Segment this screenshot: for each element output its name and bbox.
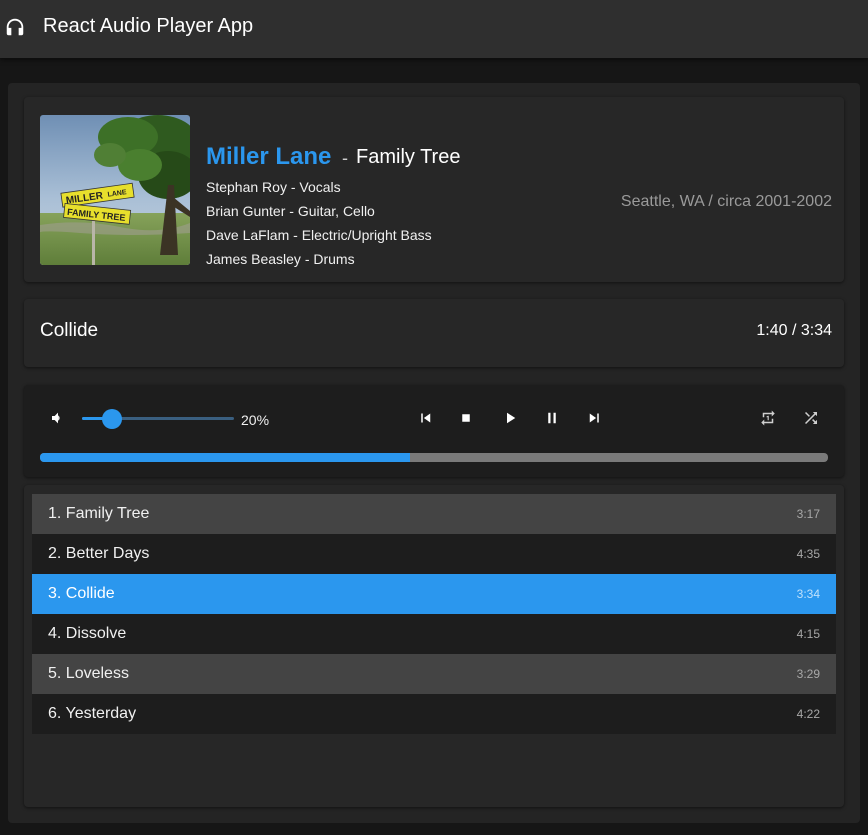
album-info-card: MILLER LANE FAMILY TREE Miller Lane - Fa… [24, 97, 844, 282]
volume-icon[interactable] [50, 410, 66, 426]
member-item: Dave LaFlam - Electric/Upright Bass [206, 227, 432, 243]
track-duration: 3:29 [796, 667, 820, 681]
playlist-item[interactable]: 4. Dissolve 4:15 [32, 614, 836, 654]
title-separator: - [342, 148, 348, 168]
app-title: React Audio Player App [43, 15, 254, 37]
track-progress-bar[interactable] [40, 453, 828, 462]
playlist-item[interactable]: 5. Loveless 3:29 [32, 654, 836, 694]
playlist: 1. Family Tree 3:17 2. Better Days 4:35 3. C… [32, 494, 836, 734]
member-item: Stephan Roy - Vocals [206, 179, 341, 195]
album-title: Family Tree [356, 146, 461, 168]
playlist-item[interactable]: 1. Family Tree 3:17 [32, 494, 836, 534]
location-text: Seattle, WA / circa 2001-2002 [620, 193, 832, 210]
player-panel: MILLER LANE FAMILY TREE Miller Lane - Fa… [8, 83, 860, 823]
playlist-card: 1. Family Tree 3:17 2. Better Days 4:35 3. C… [24, 485, 844, 807]
pause-icon[interactable] [543, 409, 561, 427]
track-name: 2. Better Days [48, 545, 150, 562]
track-name: 3. Collide [48, 585, 115, 602]
volume-slider[interactable] [82, 409, 234, 429]
track-duration: 4:22 [796, 707, 820, 721]
skip-previous-icon[interactable] [416, 409, 434, 427]
now-playing-title: Collide [40, 320, 99, 341]
track-duration: 4:15 [796, 627, 820, 641]
shuffle-icon[interactable] [802, 409, 820, 427]
playlist-item[interactable]: 6. Yesterday 4:22 [32, 694, 836, 734]
band-name: Miller Lane [206, 143, 332, 170]
controls-card: 20% [24, 385, 844, 477]
skip-next-icon[interactable] [586, 409, 604, 427]
playlist-item[interactable]: 2. Better Days 4:35 [32, 534, 836, 574]
band-members: Stephan Roy - Vocals Brian Gunter - Guit… [206, 177, 432, 273]
playback-time: 1:40 / 3:34 [756, 322, 832, 339]
track-duration: 3:34 [796, 587, 820, 601]
member-item: James Beasley - Drums [206, 251, 355, 267]
track-duration: 4:35 [796, 547, 820, 561]
track-name: 5. Loveless [48, 665, 129, 682]
play-icon[interactable] [501, 409, 519, 427]
headphones-icon [4, 16, 26, 38]
track-name: 1. Family Tree [48, 505, 150, 522]
app-bar: React Audio Player App [0, 0, 868, 58]
volume-thumb[interactable] [102, 409, 123, 429]
now-playing-card: Collide 1:40 / 3:34 [24, 299, 844, 367]
repeat-icon[interactable] [759, 409, 777, 427]
track-progress-fill [40, 453, 411, 462]
volume-label: 20% [241, 412, 270, 428]
track-name: 6. Yesterday [48, 705, 137, 722]
album-art: MILLER LANE FAMILY TREE [40, 115, 190, 265]
track-duration: 3:17 [796, 507, 820, 521]
track-name: 4. Dissolve [48, 625, 127, 642]
member-item: Brian Gunter - Guitar, Cello [206, 203, 375, 219]
stop-icon[interactable] [457, 409, 475, 427]
playlist-item[interactable]: 3. Collide 3:34 [32, 574, 836, 614]
